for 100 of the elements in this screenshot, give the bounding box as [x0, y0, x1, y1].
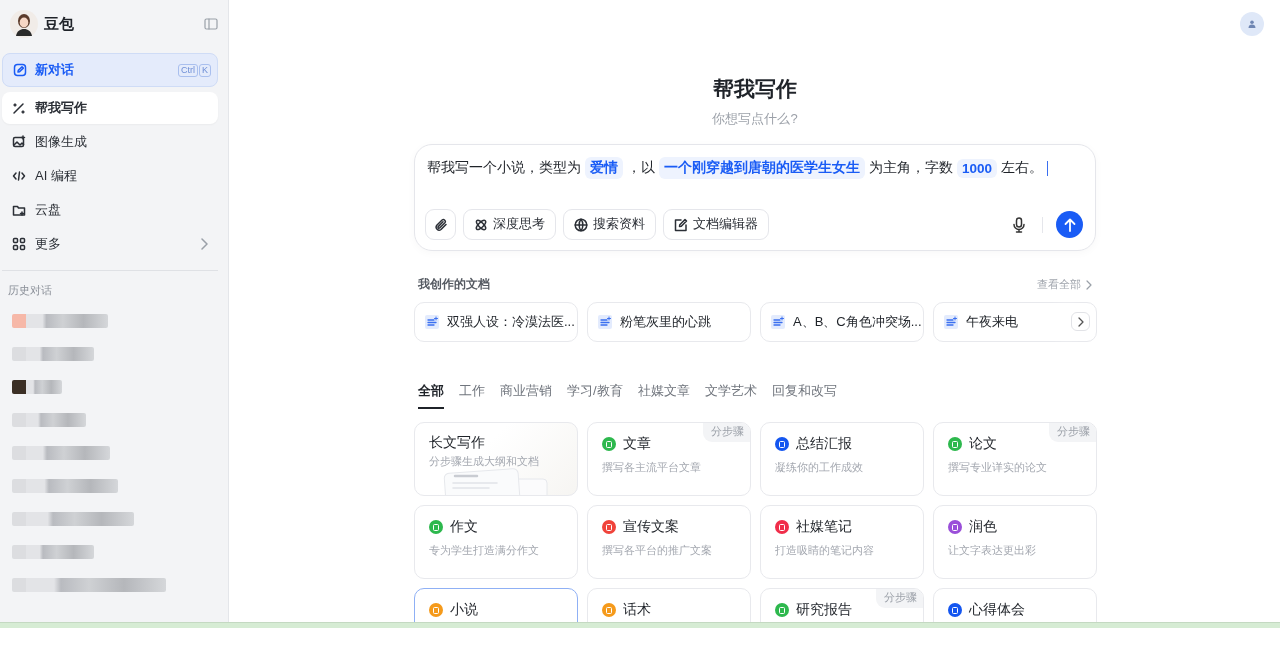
document-title: A、B、C角色冲突场... [793, 313, 922, 331]
prompt-input[interactable]: 帮我写一个小说，类型为 爱情 ，以 一个刚穿越到唐朝的医学生女生 为主角，字数 1000 左右。 深度思考 搜索资料 文档编辑器 [414, 144, 1096, 251]
section-title: 我创作的文档 [418, 276, 490, 293]
card-description: 让文字表达更出彩 [948, 544, 1037, 558]
card-description: 专为学生打造满分作文 [429, 544, 540, 558]
card-title: 心得体会 [969, 601, 1025, 619]
prompt-text: ，以 [627, 159, 655, 177]
template-slot[interactable]: 1000 [957, 158, 998, 178]
user-avatar[interactable] [1240, 12, 1264, 36]
writing-card[interactable]: 社媒笔记 打造吸睛的笔记内容 [760, 505, 924, 579]
card-description: 凝练你的工作成效 [775, 461, 864, 475]
image-icon [12, 135, 26, 149]
edit-icon [13, 63, 27, 77]
writing-card[interactable]: 文章 撰写各主流平台文章 分步骤 [587, 422, 751, 496]
card-title: 润色 [969, 518, 997, 536]
writing-card[interactable]: 小说 [414, 588, 578, 622]
template-slot[interactable]: 一个刚穿越到唐朝的医学生女生 [659, 157, 865, 179]
card-title: 长文写作 [429, 434, 485, 452]
card-description: 撰写各平台的推广文案 [602, 544, 713, 558]
writing-card[interactable]: 总结汇报 凝练你的工作成效 [760, 422, 924, 496]
card-description: 撰写专业详实的论文 [948, 461, 1048, 475]
arrow-up-icon [1063, 217, 1076, 232]
template-slot[interactable]: 爱情 [585, 157, 623, 179]
sidebar-toggle-icon [204, 18, 218, 30]
document-card[interactable]: 双强人设：冷漠法医... [414, 302, 578, 342]
document-icon [598, 315, 612, 329]
chevron-right-icon [200, 238, 208, 250]
card-title: 研究报告 [796, 601, 852, 619]
document-icon [425, 315, 439, 329]
writing-card[interactable]: 心得体会 [933, 588, 1097, 622]
document-card[interactable]: 粉笔灰里的心跳 [587, 302, 751, 342]
page-title: 帮我写作 [712, 76, 798, 102]
document-title: 午夜来电 [966, 313, 1018, 331]
document-title: 粉笔灰里的心跳 [620, 313, 711, 331]
document-title: 双强人设：冷漠法医... [447, 313, 575, 331]
chevron-right-icon [1086, 279, 1092, 290]
step-badge: 分步骤 [1049, 423, 1096, 442]
card-title: 宣传文案 [623, 518, 679, 536]
card-title: 文章 [623, 435, 651, 453]
writing-card[interactable]: 研究报告 分步骤 [760, 588, 924, 622]
app-name: 豆包 [44, 14, 74, 34]
writing-card[interactable]: 润色 让文字表达更出彩 [933, 505, 1097, 579]
document-card[interactable]: A、B、C角色冲突场... [760, 302, 924, 342]
atom-icon [474, 217, 488, 232]
card-description: 撰写各主流平台文章 [602, 461, 702, 475]
new-chat-button[interactable]: 新对话 Ctrl K [2, 53, 218, 87]
nav-item[interactable]: 云盘 [2, 194, 218, 226]
microphone-icon [1013, 216, 1025, 233]
nav-item[interactable]: AI 编程 [2, 160, 218, 192]
shortcut-key: Ctrl [178, 63, 198, 77]
category-tab[interactable]: 社媒文章 [637, 382, 690, 409]
prompt-text: 帮我写一个小说，类型为 [427, 159, 581, 177]
document-icon [944, 315, 958, 329]
nav-item[interactable]: 帮我写作 [2, 92, 218, 124]
tool-button[interactable]: 搜索资料 [563, 209, 656, 240]
card-title: 社媒笔记 [796, 518, 852, 536]
person-icon [1248, 20, 1256, 28]
code-icon [12, 169, 26, 183]
step-badge: 分步骤 [703, 423, 750, 442]
card-title: 论文 [969, 435, 997, 453]
edit-icon [674, 217, 688, 232]
tool-button[interactable]: 文档编辑器 [663, 209, 769, 240]
writing-card[interactable]: 作文 专为学生打造满分作文 [414, 505, 578, 579]
text-caret [1047, 160, 1049, 176]
writing-card[interactable]: 论文 撰写专业详实的论文 分步骤 [933, 422, 1097, 496]
attach-button[interactable] [425, 209, 456, 240]
globe-icon [574, 217, 588, 232]
card-description: 分步骤生成大纲和文档 [429, 455, 540, 469]
shortcut-key: K [199, 63, 211, 77]
folder-icon [12, 203, 26, 217]
card-title: 小说 [450, 601, 478, 619]
redacted-item[interactable] [12, 380, 62, 394]
step-badge: 分步骤 [876, 589, 923, 608]
document-icon [771, 315, 785, 329]
grid-icon [12, 237, 26, 251]
tool-button[interactable]: 深度思考 [463, 209, 556, 240]
category-tab[interactable]: 工作 [459, 382, 485, 409]
next-button[interactable] [1071, 312, 1090, 331]
card-description: 打造吸睛的笔记内容 [775, 544, 875, 558]
avatar-icon [10, 10, 38, 38]
category-tab[interactable]: 全部 [418, 382, 444, 409]
page-subtitle: 你想写点什么? [711, 110, 799, 128]
section-label: 历史对话 [7, 283, 53, 298]
nav-item[interactable]: 图像生成 [2, 126, 218, 158]
category-tab[interactable]: 文学艺术 [704, 382, 757, 409]
send-button[interactable] [1056, 211, 1083, 238]
prompt-text: 为主角，字数 [869, 159, 953, 177]
category-tab[interactable]: 商业营销 [500, 382, 552, 409]
card-title: 话术 [623, 601, 651, 619]
prompt-text: 左右。 [1001, 159, 1044, 177]
writing-card[interactable]: 宣传文案 撰写各平台的推广文案 [587, 505, 751, 579]
category-tab[interactable]: 学习/教育 [567, 382, 623, 409]
category-tab[interactable]: 回复和改写 [771, 382, 837, 409]
card-title: 总结汇报 [796, 435, 852, 453]
writing-card[interactable]: 长文写作 分步骤生成大纲和文档 [414, 422, 578, 496]
card-title: 作文 [450, 518, 478, 536]
paperclip-icon [433, 217, 448, 232]
nav-item[interactable]: 更多 [2, 228, 218, 260]
chevron-right-icon [1077, 316, 1084, 327]
writing-card[interactable]: 话术 [587, 588, 751, 622]
